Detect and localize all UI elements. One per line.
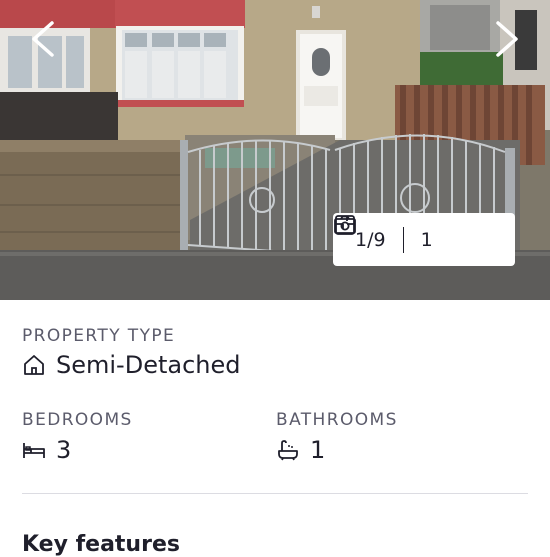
chevron-left-icon: [32, 21, 54, 57]
property-type-label: PROPERTY TYPE: [22, 326, 176, 346]
bedrooms-label: BEDROOMS: [22, 410, 133, 430]
property-photo[interactable]: 1/9 1: [0, 0, 550, 300]
key-features-heading: Key features: [22, 532, 180, 557]
photo-count[interactable]: 1/9: [334, 215, 386, 251]
bathrooms-value-row: 1: [276, 436, 325, 464]
property-type-value-row: Semi-Detached: [22, 351, 240, 379]
bathrooms-value: 1: [310, 436, 326, 464]
bath-icon: [278, 440, 298, 461]
chevron-right-icon: [496, 21, 518, 57]
next-photo-button[interactable]: [488, 20, 524, 58]
media-counter[interactable]: 1/9 1: [333, 213, 515, 266]
property-type-value: Semi-Detached: [56, 351, 241, 379]
bedrooms-value: 3: [56, 436, 72, 464]
floorplan-count[interactable]: 1: [335, 215, 433, 251]
house-icon: [24, 355, 44, 375]
counter-divider: [402, 226, 404, 253]
floorplan-count-text: 1: [420, 228, 433, 251]
section-divider: [22, 493, 528, 494]
photo-count-text: 1/9: [355, 228, 386, 251]
bathrooms-label: BATHROOMS: [276, 410, 398, 430]
bedrooms-value-row: 3: [22, 436, 71, 464]
previous-photo-button[interactable]: [26, 20, 62, 58]
bed-icon: [23, 443, 45, 458]
floorplan-icon: [335, 215, 355, 235]
